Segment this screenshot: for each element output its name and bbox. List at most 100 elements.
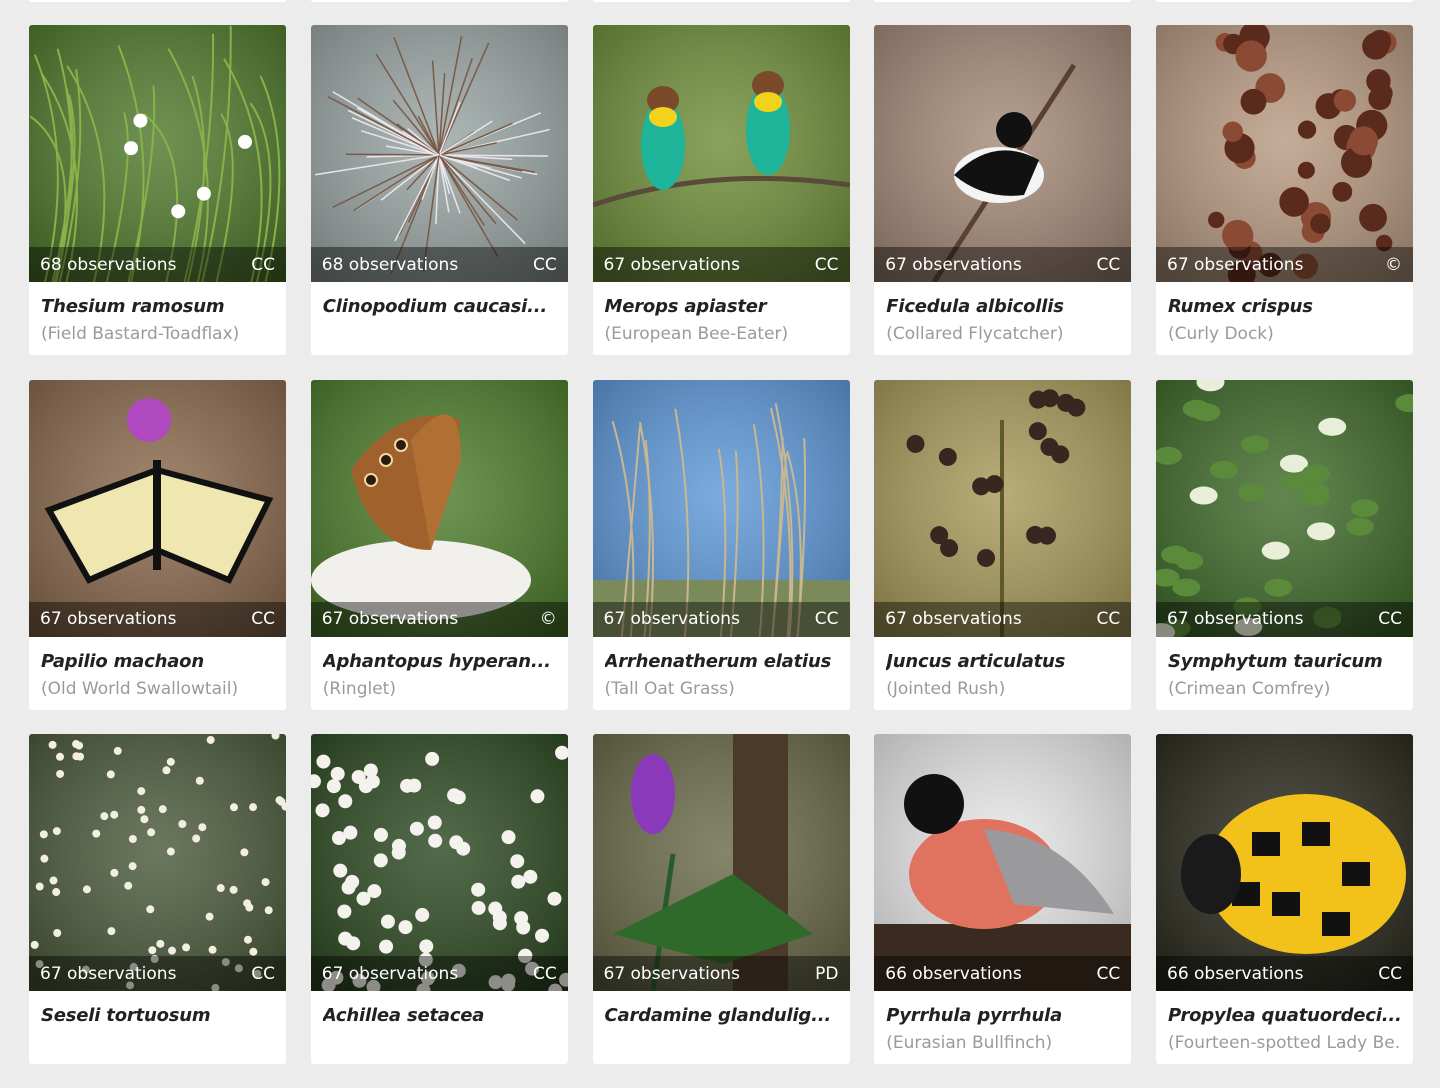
photo-overlay: 67 observations CC — [310, 956, 568, 991]
license-badge: CC — [1096, 609, 1121, 629]
species-meta: Symphytum tauricum (Crimean Comfrey) — [1156, 637, 1413, 710]
card-edge — [29, 0, 286, 2]
species-photo[interactable]: 67 observations © — [310, 379, 568, 637]
license-badge: CC — [251, 254, 275, 275]
species-meta: Seseli tortuosum — [29, 991, 286, 1064]
scientific-name[interactable]: Ficedula albicollis — [886, 295, 1119, 319]
photo-overlay: 67 observations CC — [29, 956, 286, 991]
scientific-name[interactable]: Cardamine glandulig... — [605, 1004, 838, 1028]
observation-count: 67 observations — [603, 963, 740, 984]
photo-overlay: 67 observations © — [1156, 247, 1413, 282]
photo-overlay: 67 observations CC — [592, 601, 850, 637]
photo-overlay: 66 observations CC — [874, 956, 1132, 991]
species-meta: Rumex crispus (Curly Dock) — [1156, 282, 1413, 355]
common-name: (Fourteen-spotted Lady Be... — [1168, 1033, 1401, 1053]
species-photo[interactable]: 67 observations © — [1156, 25, 1413, 282]
species-photo-art — [874, 734, 1132, 991]
observation-count: 67 observations — [321, 963, 459, 984]
common-name: (Field Bastard-Toadflax) — [41, 324, 240, 344]
species-photo-art — [310, 734, 568, 991]
scientific-name[interactable]: Seseli tortuosum — [41, 1004, 274, 1028]
license-badge: CC — [1378, 963, 1402, 984]
species-photo[interactable]: 66 observations CC — [874, 734, 1132, 991]
scientific-name[interactable]: Thesium ramosum — [41, 295, 274, 319]
species-meta: Thesium ramosum (Field Bastard-Toadflax) — [29, 282, 286, 355]
scientific-name[interactable]: Aphantopus hyperan... — [323, 650, 556, 674]
species-card[interactable]: 67 observations CC Symphytum tauricum (C… — [1156, 379, 1413, 710]
common-name: (Ringlet) — [322, 678, 396, 699]
species-card[interactable]: 67 observations CC Juncus articulatus (J… — [874, 379, 1132, 710]
species-photo[interactable]: 67 observations CC — [874, 379, 1132, 637]
photo-overlay: 66 observations CC — [1156, 956, 1413, 991]
species-card[interactable]: 67 observations PD Cardamine glandulig..… — [592, 734, 850, 1064]
license-badge: CC — [533, 254, 557, 275]
species-card[interactable]: 67 observations CC Papilio machaon (Old … — [29, 379, 286, 710]
species-card[interactable]: 68 observations CC Thesium ramosum (Fiel… — [29, 25, 286, 355]
scientific-name[interactable]: Juncus articulatus — [886, 650, 1119, 674]
card-edge — [593, 0, 850, 2]
observation-count: 67 observations — [885, 609, 1022, 629]
species-card[interactable]: 67 observations © Rumex crispus (Curly D… — [1156, 25, 1413, 355]
species-photo-art — [592, 379, 850, 637]
species-photo-art — [1156, 379, 1413, 637]
species-photo-art — [310, 25, 568, 282]
scientific-name[interactable]: Clinopodium caucasi... — [323, 295, 556, 319]
scientific-name[interactable]: Arrhenatherum elatius — [605, 650, 838, 674]
species-photo[interactable]: 67 observations CC — [29, 734, 286, 991]
species-card[interactable]: 67 observations CC Seseli tortuosum — [29, 734, 286, 1064]
scientific-name[interactable]: Papilio machaon — [41, 650, 274, 674]
species-photo[interactable]: 67 observations CC — [874, 25, 1132, 282]
species-card[interactable]: 66 observations CC Pyrrhula pyrrhula (Eu… — [874, 734, 1132, 1064]
card-edge — [311, 0, 568, 2]
card-edge — [874, 0, 1131, 2]
species-card[interactable]: 67 observations CC Achillea setacea — [310, 734, 568, 1064]
license-badge: PD — [815, 963, 839, 984]
license-badge: CC — [1096, 963, 1121, 984]
species-card[interactable]: 66 observations CC Propylea quatuordeci.… — [1156, 734, 1413, 1064]
observation-count: 67 observations — [1167, 609, 1304, 629]
photo-overlay: 68 observations CC — [310, 247, 568, 282]
species-card[interactable]: 67 observations CC Arrhenatherum elatius… — [592, 379, 850, 710]
common-name: (Tall Oat Grass) — [604, 678, 735, 699]
scientific-name[interactable]: Pyrrhula pyrrhula — [886, 1004, 1119, 1028]
species-photo[interactable]: 68 observations CC — [29, 25, 286, 282]
scientific-name[interactable]: Merops apiaster — [605, 295, 838, 319]
species-photo[interactable]: 67 observations PD — [592, 734, 850, 991]
common-name: (Curly Dock) — [1168, 324, 1274, 344]
species-card[interactable]: 67 observations CC Merops apiaster (Euro… — [592, 25, 850, 355]
photo-overlay: 67 observations CC — [29, 601, 286, 637]
photo-overlay: 67 observations CC — [874, 247, 1132, 282]
license-badge: CC — [533, 963, 557, 984]
scientific-name[interactable]: Propylea quatuordeci... — [1168, 1004, 1401, 1028]
observation-count: 68 observations — [40, 254, 177, 275]
common-name: (Old World Swallowtail) — [41, 678, 239, 699]
species-meta: Ficedula albicollis (Collared Flycatcher… — [874, 282, 1131, 355]
license-badge: © — [539, 609, 557, 629]
species-photo[interactable]: 67 observations CC — [29, 379, 286, 637]
species-photo-art — [592, 25, 850, 282]
species-photo-art — [1156, 25, 1413, 282]
common-name: (Eurasian Bullfinch) — [886, 1033, 1053, 1053]
species-photo[interactable]: 67 observations CC — [1156, 379, 1413, 637]
species-photo[interactable]: 66 observations CC — [1156, 734, 1413, 991]
common-name: (Jointed Rush) — [886, 678, 1006, 699]
species-photo[interactable]: 67 observations CC — [310, 734, 568, 991]
photo-overlay: 67 observations © — [310, 601, 568, 637]
species-photo[interactable]: 68 observations CC — [310, 25, 568, 282]
scientific-name[interactable]: Rumex crispus — [1168, 295, 1401, 319]
license-badge: © — [1385, 254, 1402, 275]
species-card[interactable]: 67 observations © Aphantopus hyperan... … — [310, 379, 568, 710]
scientific-name[interactable]: Symphytum tauricum — [1168, 650, 1401, 674]
species-photo[interactable]: 67 observations CC — [592, 25, 850, 282]
observation-count: 67 observations — [321, 609, 459, 629]
card-edge — [1156, 0, 1413, 2]
observation-count: 67 observations — [603, 609, 740, 629]
species-card[interactable]: 68 observations CC Clinopodium caucasi..… — [310, 25, 568, 355]
species-photo-art — [874, 379, 1132, 637]
scientific-name[interactable]: Achillea setacea — [323, 1004, 556, 1028]
species-photo[interactable]: 67 observations CC — [592, 379, 850, 637]
species-photo-art — [29, 25, 286, 282]
license-badge: CC — [1096, 254, 1121, 275]
species-photo-art — [592, 734, 850, 991]
species-card[interactable]: 67 observations CC Ficedula albicollis (… — [874, 25, 1132, 355]
